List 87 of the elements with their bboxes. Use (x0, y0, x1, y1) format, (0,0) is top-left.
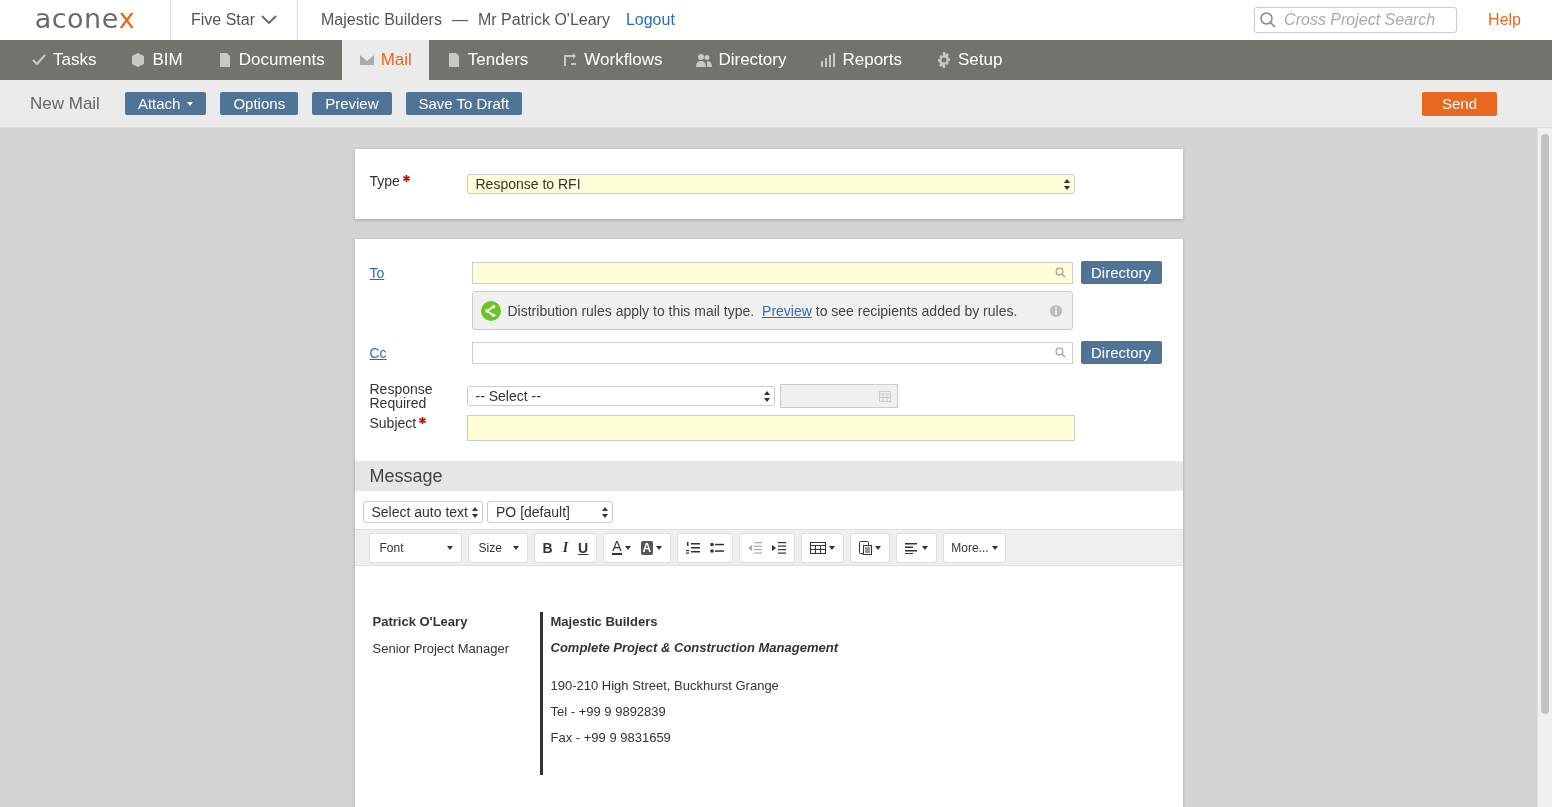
subject-label: Subject (369, 415, 417, 431)
nav-tab[interactable]: Directory (679, 40, 804, 80)
scrollbar[interactable] (1537, 128, 1552, 807)
subject-field[interactable] (466, 415, 1075, 441)
search-icon (1054, 267, 1066, 278)
nav-tab[interactable]: Documents (199, 40, 342, 80)
signature-role: Senior Project Manager (372, 641, 511, 656)
cc-link[interactable]: Cc (369, 344, 472, 361)
project-switcher[interactable]: Five Star (170, 0, 298, 40)
signature-name: Patrick O'Leary (372, 614, 469, 629)
nav-tab[interactable]: Mail (341, 40, 429, 80)
aconex-logo[interactable]: aconex (0, 3, 170, 34)
up-down-icon (472, 506, 478, 518)
nav-tab[interactable]: BIM (113, 40, 200, 80)
caret-icon (656, 545, 663, 550)
date-field[interactable] (779, 384, 898, 408)
logout-link[interactable]: Logout (625, 11, 675, 29)
editor-button[interactable]: U (573, 534, 594, 561)
action-button[interactable]: Save To Draft (405, 92, 523, 115)
preview-link[interactable]: Preview (762, 302, 812, 319)
signature-line: 190-210 High Street, Buckhurst Grange (550, 678, 780, 693)
chevron-down-icon (261, 15, 277, 25)
nav-tab[interactable]: Workflows (545, 40, 680, 80)
separator-dash: — (451, 11, 468, 29)
table-icon (810, 541, 827, 554)
directory-button[interactable]: Directory (1080, 261, 1162, 284)
outdent-icon (748, 541, 763, 554)
settings-icon (936, 52, 952, 68)
calendar-icon (878, 390, 891, 402)
signature-tagline: Complete Project & Construction Management (550, 640, 838, 655)
action-button[interactable]: Options (220, 92, 299, 115)
search-icon (1260, 12, 1277, 28)
template-select[interactable]: PO [default] (487, 501, 613, 523)
editor-button[interactable]: A (607, 534, 636, 561)
indent-icon (772, 541, 787, 554)
send-button[interactable]: Send (1422, 91, 1497, 116)
caret-icon (624, 545, 631, 550)
up-down-icon (602, 506, 608, 518)
editor-button[interactable]: B (537, 534, 558, 561)
nav-tab[interactable]: Reports (803, 40, 919, 80)
cube-icon (130, 52, 147, 68)
editor-button[interactable]: A (635, 534, 668, 561)
cc-field[interactable] (471, 341, 1073, 364)
signature-line: Tel - +99 9 9892839 (550, 704, 667, 719)
envelope-icon (358, 52, 375, 68)
nav-tab[interactable]: Setup (919, 40, 1020, 80)
check-icon (31, 52, 47, 68)
response-required-label: Response Required (369, 382, 434, 410)
organization-name: Majestic Builders (321, 11, 442, 29)
caret-icon (829, 545, 836, 550)
bar-chart-icon (820, 52, 837, 68)
editor-button[interactable]: I (557, 534, 574, 561)
up-down-icon (1063, 178, 1070, 190)
caret-icon (875, 545, 882, 550)
to-field[interactable] (471, 261, 1073, 284)
action-button[interactable]: Preview (312, 92, 392, 115)
share-icon (480, 300, 501, 321)
page-title: New Mail (30, 93, 100, 114)
bullet-list-icon (710, 541, 725, 554)
paste-icon (859, 540, 873, 555)
numbered-list-icon (686, 541, 701, 554)
auto-text-select[interactable]: Select auto text (362, 501, 483, 523)
search-icon (1054, 347, 1066, 358)
type-select[interactable]: Response to RFI (466, 174, 1075, 194)
caret-icon (991, 545, 998, 550)
caret-icon (512, 545, 519, 550)
align-left-icon (905, 541, 920, 554)
directory-button[interactable]: Directory (1080, 341, 1162, 364)
nav-tab[interactable]: Tasks (14, 40, 114, 80)
up-down-icon (763, 390, 770, 402)
to-link[interactable]: To (369, 264, 472, 281)
caret-icon (922, 545, 929, 550)
caret-icon (446, 545, 453, 550)
message-heading: Message (369, 465, 443, 487)
nav-tab[interactable]: Tenders (428, 40, 546, 80)
notice-text: Distribution rules apply to this mail type. Preview to see recipients added by rules. (507, 302, 1019, 319)
user-name: Mr Patrick O'Leary (477, 11, 610, 29)
people-icon (696, 52, 713, 68)
help-link[interactable]: Help (1488, 11, 1521, 29)
signature-company: Majestic Builders (550, 614, 659, 629)
info-icon (1049, 304, 1062, 317)
arrows-icon (562, 52, 579, 68)
response-select[interactable]: -- Select -- (466, 386, 775, 406)
search-field[interactable]: Cross Project Search (1254, 7, 1458, 33)
type-label: Type (369, 173, 400, 189)
action-button[interactable]: Attach (124, 92, 207, 115)
signature-line: Fax - +99 9 9831659 (550, 730, 672, 745)
